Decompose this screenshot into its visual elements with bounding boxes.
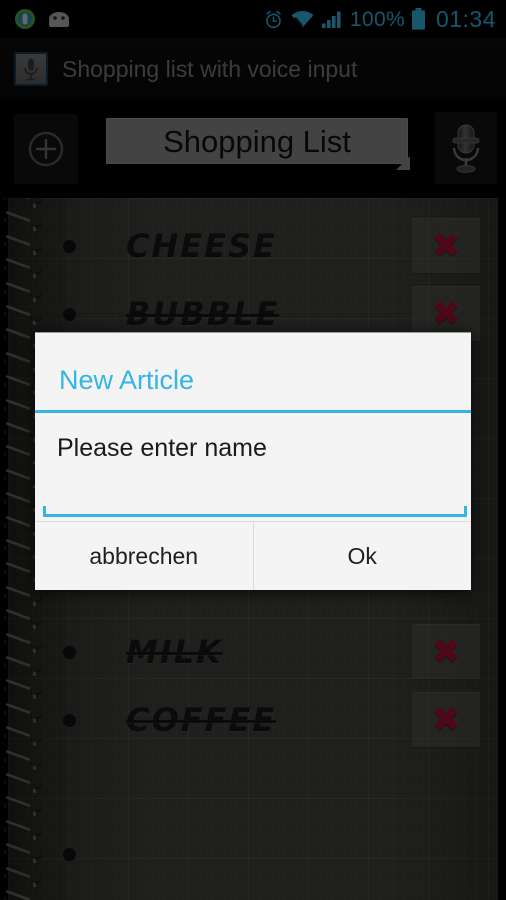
new-article-dialog: New Article abbrechen Ok <box>35 332 471 590</box>
cancel-button[interactable]: abbrechen <box>35 522 254 590</box>
dialog-title: New Article <box>59 365 195 395</box>
dialog-body <box>35 413 471 521</box>
dialog-buttons: abbrechen Ok <box>35 522 471 590</box>
ok-button[interactable]: Ok <box>253 522 471 590</box>
article-name-input[interactable] <box>57 435 449 463</box>
dialog-title-area: New Article <box>35 333 471 410</box>
input-underline <box>43 506 467 517</box>
